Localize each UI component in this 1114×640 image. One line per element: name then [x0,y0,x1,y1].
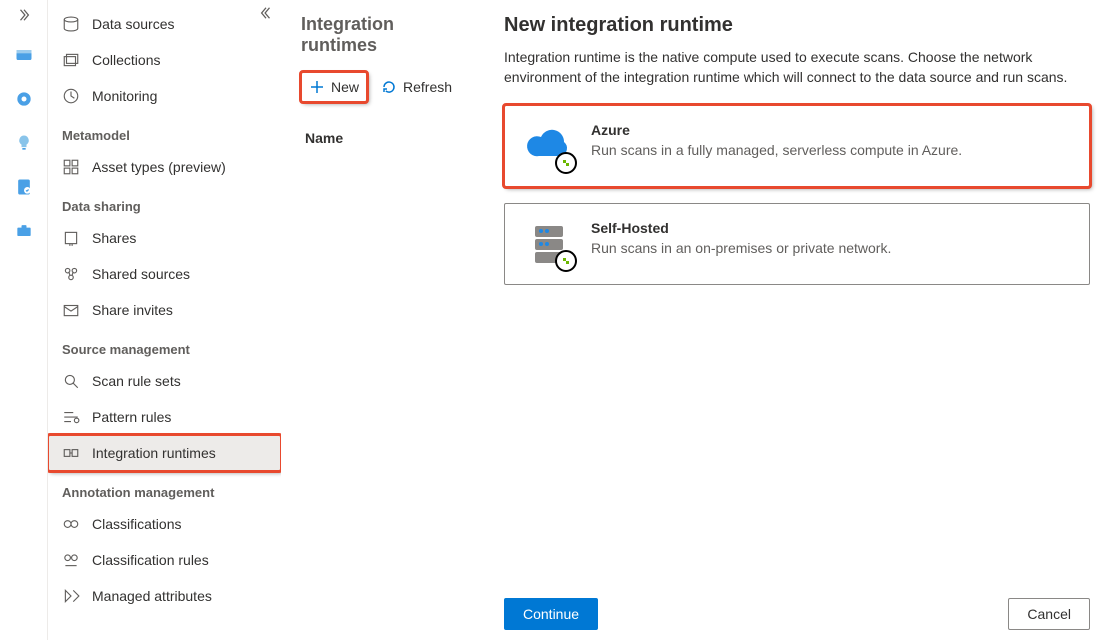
nav-label: Shares [92,230,136,246]
ribbon-management[interactable] [8,215,40,247]
server-icon [525,220,573,268]
new-button-label: New [331,79,359,95]
page-description: Integration runtime is the native comput… [504,47,1090,87]
nav-label: Integration runtimes [92,445,216,461]
continue-button[interactable]: Continue [504,598,598,630]
list-toolbar: New Refresh [301,72,460,102]
list-title: Integration runtimes [301,14,460,56]
nav-classification-rules[interactable]: Classification rules [48,542,281,578]
side-nav: Data sources Collections Monitoring Meta… [48,0,281,640]
nav-asset-types[interactable]: Asset types (preview) [48,149,281,185]
option-title: Self-Hosted [591,220,891,236]
option-azure[interactable]: Azure Run scans in a fully managed, serv… [504,105,1090,187]
option-self-hosted[interactable]: Self-Hosted Run scans in an on-premises … [504,203,1090,285]
detail-pane: New integration runtime Integration runt… [480,0,1114,640]
nav-classifications[interactable]: Classifications [48,506,281,542]
nav-label: Shared sources [92,266,190,282]
nav-group-metamodel: Metamodel [48,114,281,149]
cloud-icon [525,122,573,170]
refresh-icon [381,79,397,95]
cancel-button[interactable]: Cancel [1008,598,1090,630]
nav-label: Monitoring [92,88,157,104]
nav-label: Share invites [92,302,173,318]
option-desc: Run scans in an on-premises or private n… [591,240,891,256]
nav-data-sources[interactable]: Data sources [48,6,281,42]
ribbon-policy[interactable] [8,171,40,203]
page-title: New integration runtime [504,14,1090,37]
nav-shared-sources[interactable]: Shared sources [48,256,281,292]
nav-label: Classifications [92,516,181,532]
nav-group-datasharing: Data sharing [48,185,281,220]
nav-label: Classification rules [92,552,209,568]
scan-rules-icon [62,372,80,390]
nav-share-invites[interactable]: Share invites [48,292,281,328]
refresh-button[interactable]: Refresh [373,72,460,102]
shared-sources-icon [62,265,80,283]
option-title: Azure [591,122,962,138]
nav-label: Data sources [92,16,174,32]
refresh-button-label: Refresh [403,79,452,95]
ribbon-data-map[interactable] [8,39,40,71]
expand-ribbon-icon[interactable] [17,8,31,25]
plus-icon [309,79,325,95]
shares-icon [62,229,80,247]
classification-rules-icon [62,551,80,569]
integration-runtimes-icon [62,444,80,462]
collections-icon [62,51,80,69]
runtime-badge-icon [555,152,577,174]
ribbon-data-catalog[interactable] [8,83,40,115]
nav-pattern-rules[interactable]: Pattern rules [48,399,281,435]
dialog-footer: Continue Cancel [504,592,1090,630]
new-button[interactable]: New [301,72,367,102]
pattern-rules-icon [62,408,80,426]
nav-group-sourcemgmt: Source management [48,328,281,363]
asset-types-icon [62,158,80,176]
share-invites-icon [62,301,80,319]
left-ribbon [0,0,48,640]
nav-label: Asset types (preview) [92,159,226,175]
nav-label: Collections [92,52,160,68]
managed-attributes-icon [62,587,80,605]
nav-shares[interactable]: Shares [48,220,281,256]
nav-integration-runtimes[interactable]: Integration runtimes [48,435,281,471]
nav-scan-rule-sets[interactable]: Scan rule sets [48,363,281,399]
nav-collections[interactable]: Collections [48,42,281,78]
datasource-icon [62,15,80,33]
collapse-sidenav-icon[interactable] [259,6,273,23]
option-desc: Run scans in a fully managed, serverless… [591,142,962,158]
list-pane: Integration runtimes New Refresh Name [281,0,480,640]
ribbon-insights[interactable] [8,127,40,159]
nav-group-annotation: Annotation management [48,471,281,506]
nav-monitoring[interactable]: Monitoring [48,78,281,114]
runtime-badge-icon [555,250,577,272]
nav-label: Managed attributes [92,588,212,604]
nav-label: Scan rule sets [92,373,181,389]
monitoring-icon [62,87,80,105]
column-header-name[interactable]: Name [301,124,460,152]
nav-managed-attributes[interactable]: Managed attributes [48,578,281,614]
classifications-icon [62,515,80,533]
nav-label: Pattern rules [92,409,171,425]
